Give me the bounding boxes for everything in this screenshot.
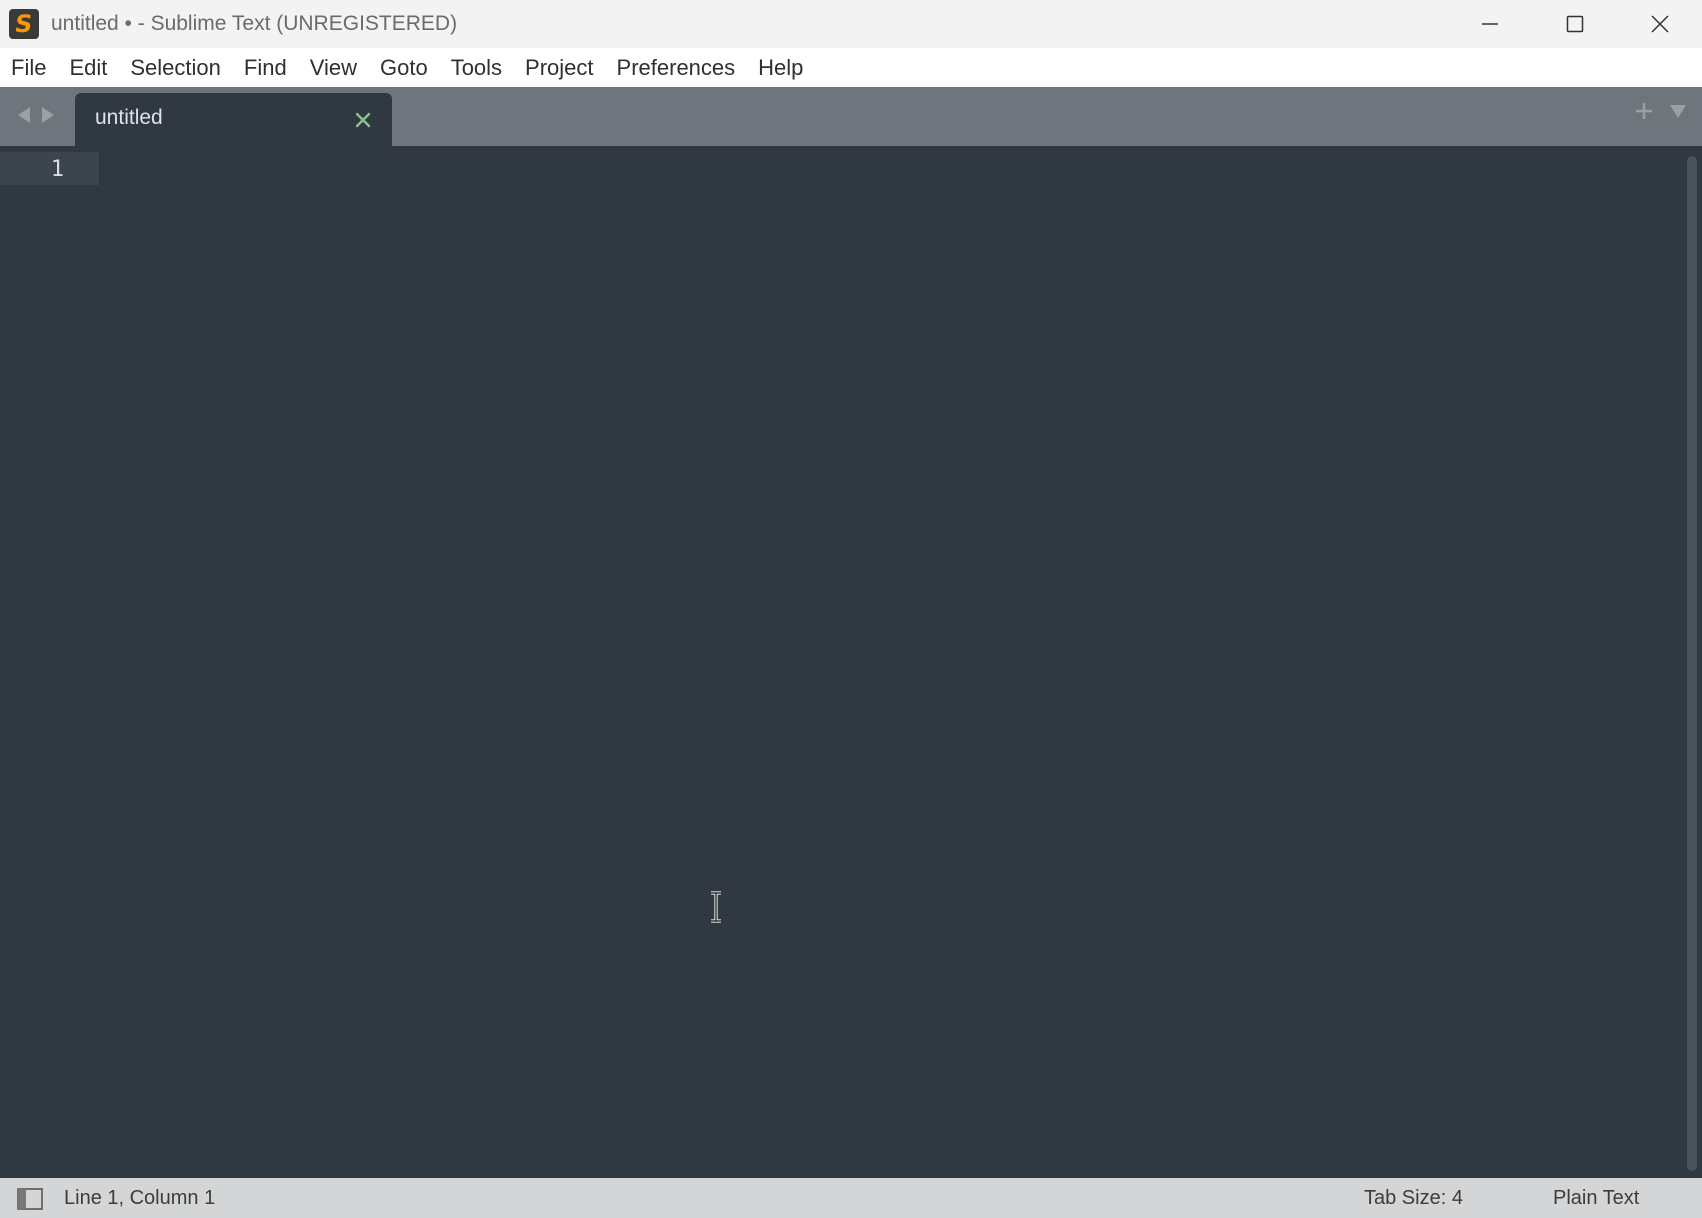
menu-find[interactable]: Find [244, 55, 300, 81]
minimize-button[interactable] [1447, 0, 1532, 48]
menu-selection[interactable]: Selection [130, 55, 234, 81]
cursor-position: Line 1, Column 1 [64, 1187, 216, 1209]
tab-navigation [16, 105, 56, 125]
tab-close-icon[interactable] [352, 109, 374, 131]
line-number: 1 [50, 157, 64, 182]
tab-prev-icon[interactable] [16, 105, 32, 125]
tab-size-indicator[interactable]: Tab Size: 4 [1364, 1187, 1463, 1210]
new-tab-plus-icon[interactable] [1634, 101, 1654, 121]
close-icon [1650, 15, 1669, 33]
tab-untitled[interactable]: untitled [75, 93, 392, 146]
tab-strip-actions [1634, 101, 1688, 121]
menu-preferences[interactable]: Preferences [617, 55, 749, 81]
menu-help[interactable]: Help [758, 55, 816, 81]
menu-goto[interactable]: Goto [380, 55, 441, 81]
window-controls [1447, 0, 1702, 48]
menu-file[interactable]: File [11, 55, 59, 81]
maximize-icon [1566, 15, 1583, 33]
close-window-button[interactable] [1617, 0, 1702, 48]
vertical-scrollbar[interactable] [1687, 156, 1697, 1171]
minimize-icon [1481, 23, 1498, 25]
tab-list-dropdown-icon[interactable] [1668, 101, 1688, 121]
menu-project[interactable]: Project [525, 55, 606, 81]
tab-next-icon[interactable] [40, 105, 56, 125]
tab-strip: untitled [0, 87, 1702, 146]
editor-area[interactable]: 1 [0, 146, 1702, 1178]
menu-edit[interactable]: Edit [69, 55, 120, 81]
sublime-text-logo-icon: S [9, 9, 39, 39]
status-bar: Line 1, Column 1 Tab Size: 4 Plain Text [0, 1178, 1702, 1218]
menu-view[interactable]: View [310, 55, 370, 81]
tab-label: untitled [95, 106, 163, 129]
panel-toggle-icon[interactable] [17, 1188, 43, 1210]
title-bar: S untitled • - Sublime Text (UNREGISTERE… [0, 0, 1702, 48]
syntax-indicator[interactable]: Plain Text [1553, 1187, 1639, 1210]
menu-tools[interactable]: Tools [451, 55, 515, 81]
menu-bar: File Edit Selection Find View Goto Tools… [0, 48, 1702, 88]
text-cursor-icon [711, 891, 721, 923]
window-title: untitled • - Sublime Text (UNREGISTERED) [51, 12, 458, 35]
maximize-button[interactable] [1532, 0, 1617, 48]
current-line-gutter-highlight: 1 [0, 152, 99, 185]
